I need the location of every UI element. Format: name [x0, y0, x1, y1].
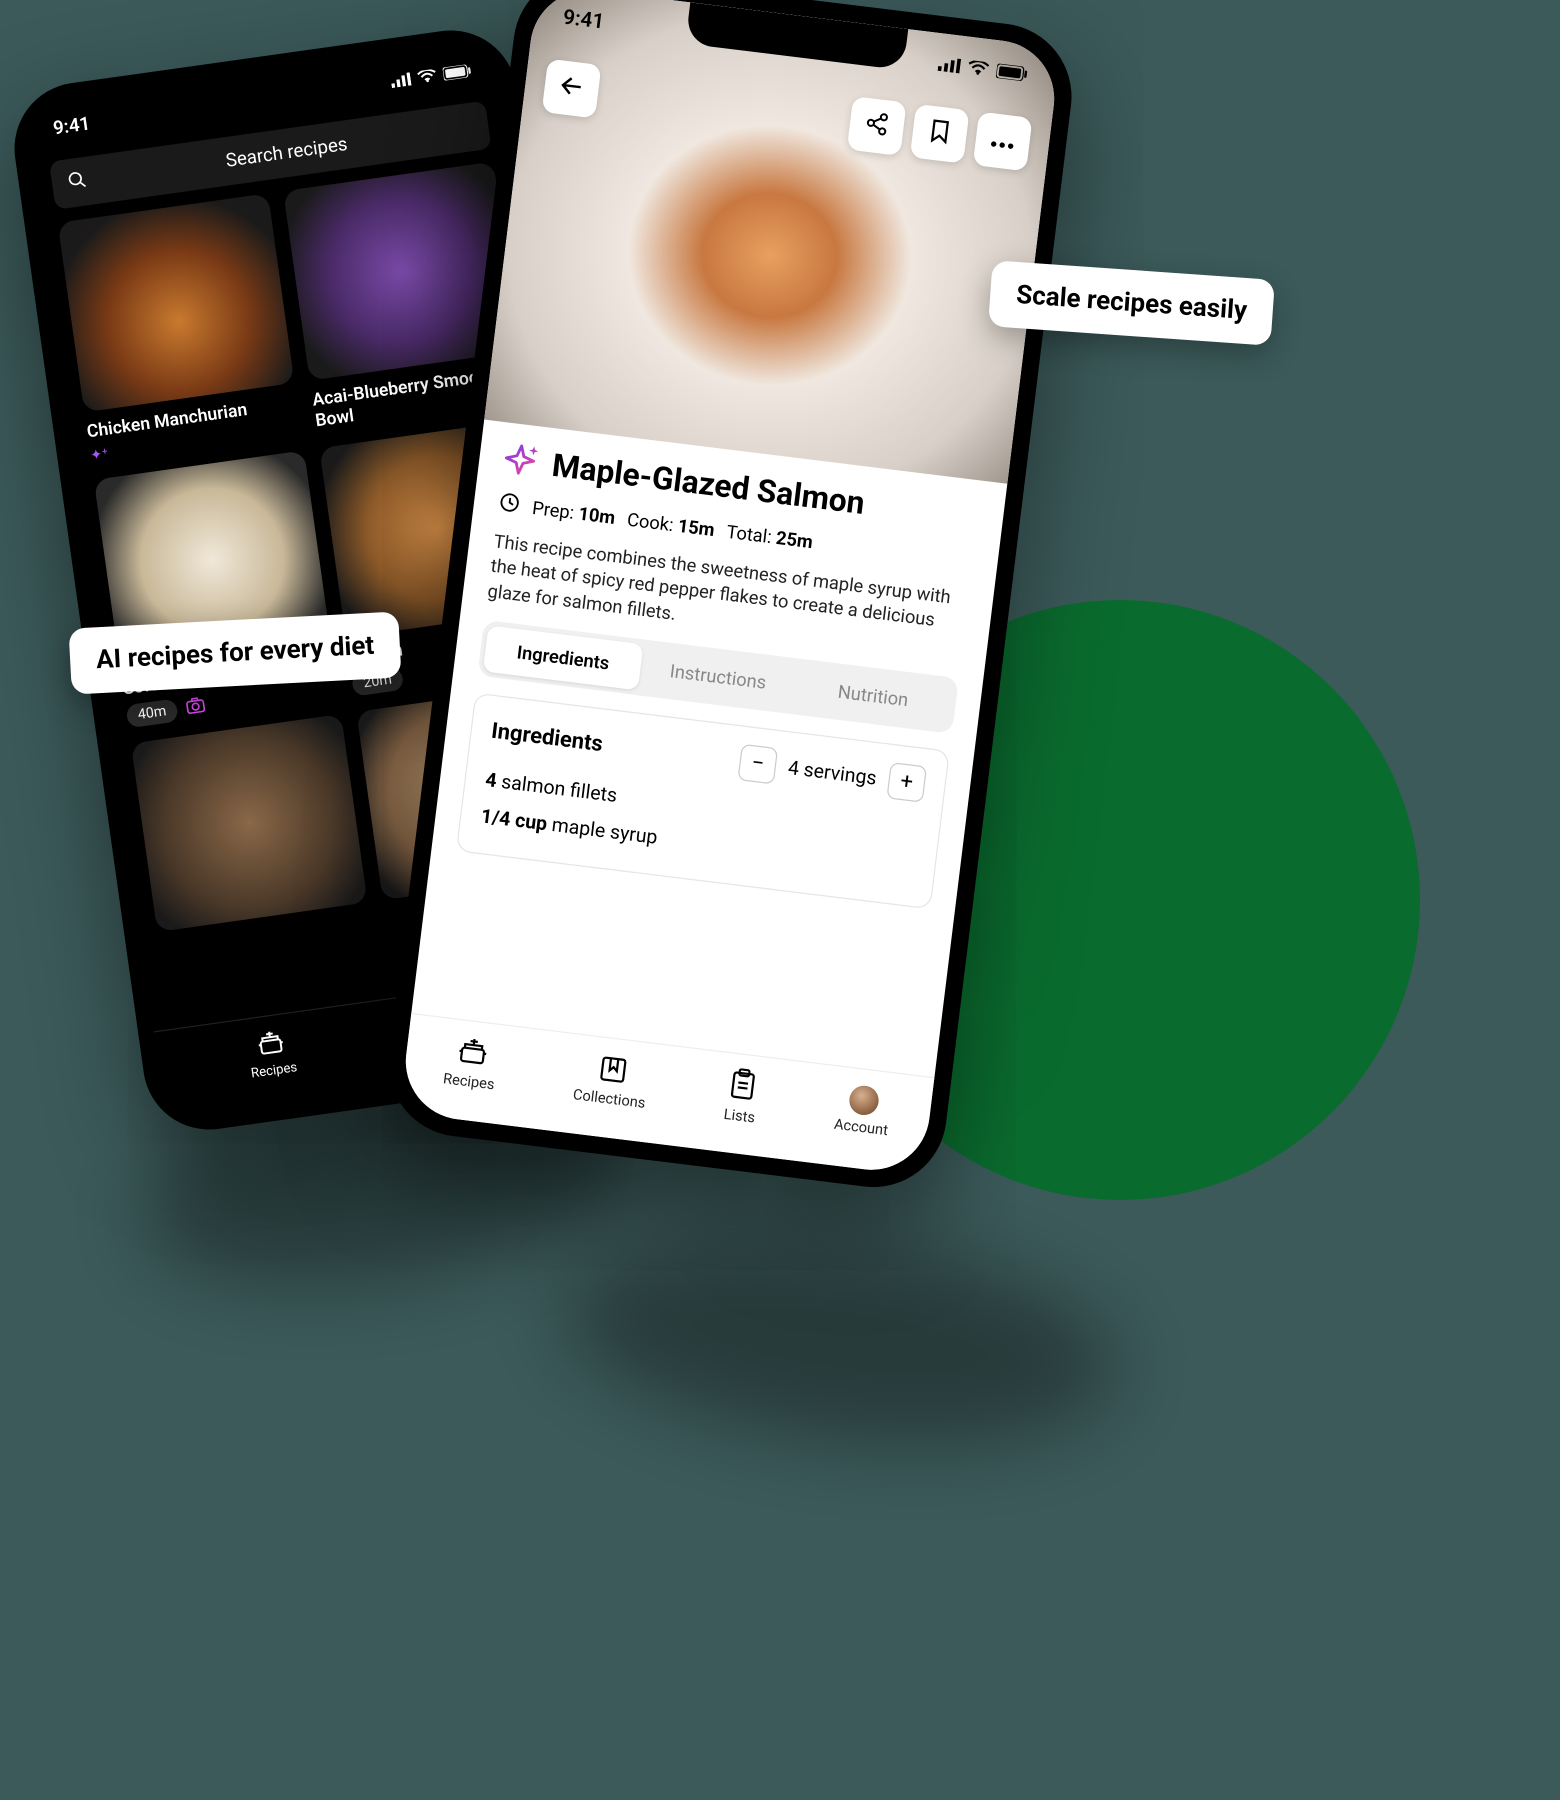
share-icon — [863, 110, 891, 142]
nav-lists[interactable]: Lists — [723, 1066, 761, 1126]
battery-icon — [996, 63, 1029, 81]
minus-icon: − — [750, 750, 766, 777]
status-time: 9:41 — [562, 5, 606, 34]
avatar — [848, 1084, 881, 1117]
camera-icon — [184, 695, 207, 718]
search-icon — [66, 168, 89, 196]
tab-instructions[interactable]: Instructions — [638, 644, 799, 709]
wifi-icon — [416, 69, 437, 85]
phone-shadow — [550, 1207, 1130, 1474]
recipe-card[interactable] — [131, 714, 368, 933]
servings-decrease-button[interactable]: − — [737, 743, 778, 784]
arrow-left-icon — [556, 71, 587, 106]
sparkle-icon: ✦⁺ — [89, 446, 109, 465]
ingredients-section: Ingredients − 4 servings + 4 salmon fill… — [456, 692, 950, 909]
ingredients-heading: Ingredients — [490, 718, 604, 757]
recipe-hero-image: 9:41 — [484, 0, 1061, 484]
nav-label: Collections — [572, 1085, 646, 1111]
status-time: 9:41 — [52, 113, 92, 140]
recipe-thumbnail — [58, 193, 295, 412]
bookmark-button[interactable] — [910, 104, 970, 164]
more-icon — [989, 128, 1016, 154]
nav-label: Recipes — [442, 1069, 495, 1092]
battery-icon — [442, 64, 472, 81]
nav-recipes[interactable]: Recipes — [245, 1026, 298, 1080]
servings-value: 4 servings — [787, 756, 878, 790]
more-button[interactable] — [973, 112, 1033, 172]
servings-increase-button[interactable]: + — [886, 762, 927, 803]
cellular-icon — [938, 56, 962, 73]
bookmark-icon — [927, 118, 952, 150]
nav-label: Lists — [723, 1105, 756, 1126]
cellular-icon — [390, 72, 411, 88]
nav-recipes[interactable]: Recipes — [442, 1033, 500, 1093]
nav-account[interactable]: Account — [833, 1083, 893, 1139]
servings-stepper: − 4 servings + — [737, 743, 927, 802]
nav-collections[interactable]: Collections — [572, 1049, 651, 1111]
sparkle-icon — [501, 439, 542, 485]
wifi-icon — [967, 60, 991, 77]
clipboard-icon — [728, 1066, 759, 1104]
back-button[interactable] — [542, 59, 602, 119]
recipe-time: 40m — [125, 698, 178, 728]
tab-ingredients[interactable]: Ingredients — [483, 625, 644, 690]
recipe-card[interactable]: Chicken Manchurian ✦⁺ — [58, 193, 302, 464]
plus-icon: + — [899, 769, 914, 796]
recipe-thumbnail — [131, 714, 368, 933]
tab-nutrition[interactable]: Nutrition — [793, 663, 954, 728]
nav-label: Recipes — [250, 1059, 298, 1081]
pot-icon — [455, 1034, 490, 1071]
clock-icon — [497, 490, 522, 519]
share-button[interactable] — [847, 96, 907, 156]
nav-label: Account — [833, 1115, 889, 1139]
bookmark-collection-icon — [596, 1051, 629, 1087]
pot-icon — [254, 1027, 286, 1060]
